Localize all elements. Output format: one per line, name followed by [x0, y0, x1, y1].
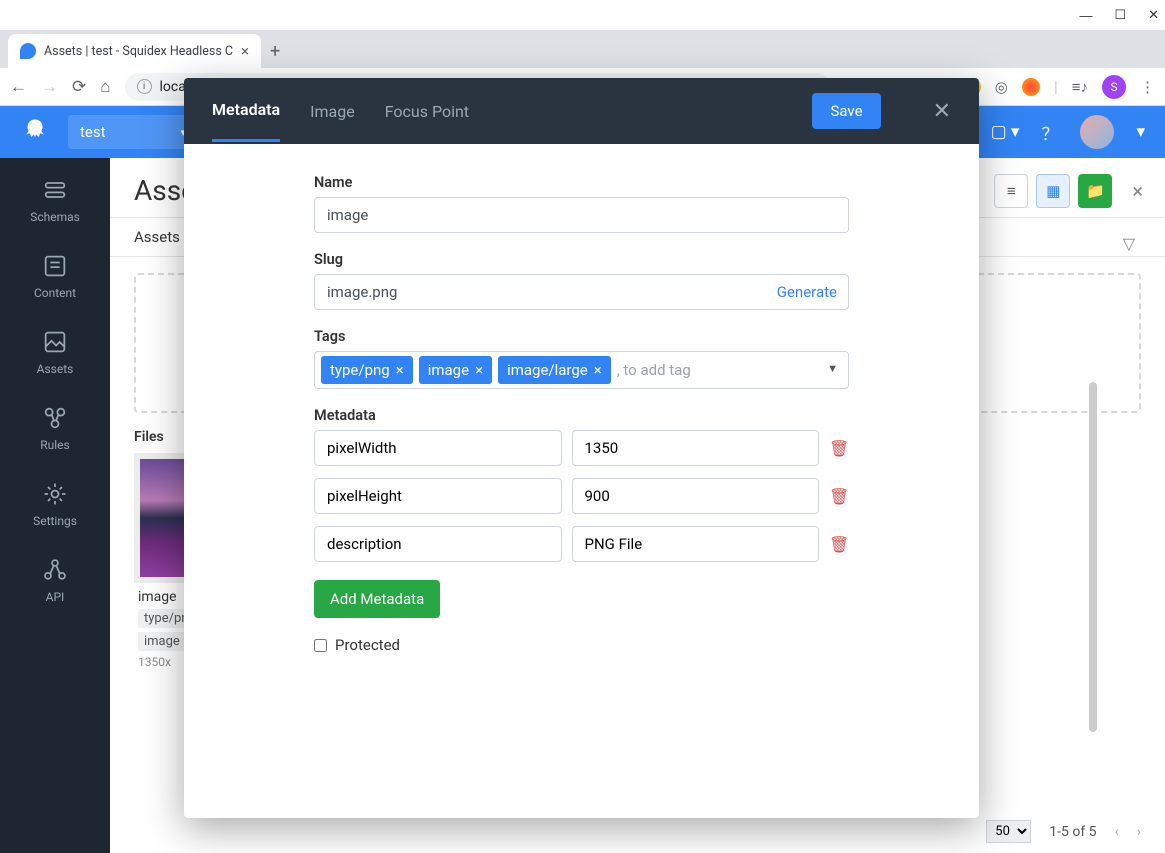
tag-chip: image× — [419, 356, 492, 384]
metadata-row: 🗑 — [314, 478, 849, 514]
user-menu-caret-icon[interactable]: ▾ — [1136, 122, 1145, 142]
api-icon — [41, 556, 69, 584]
slug-input[interactable] — [314, 274, 849, 310]
browser-menu-icon[interactable]: ⋮ — [1140, 78, 1155, 96]
name-input[interactable] — [314, 197, 849, 233]
extension-circle-icon[interactable]: ◎ — [995, 78, 1008, 96]
protected-checkbox[interactable] — [314, 639, 327, 652]
gear-icon — [41, 480, 69, 508]
tag-remove-icon[interactable]: × — [396, 361, 404, 379]
metadata-label: Metadata — [314, 407, 849, 424]
extension-firefox-icon[interactable] — [1022, 78, 1040, 96]
browser-tab[interactable]: Assets | test - Squidex Headless C × — [8, 34, 261, 68]
delete-row-icon[interactable]: 🗑 — [829, 439, 849, 458]
asset-tag: image — [138, 632, 186, 651]
metadata-value-input[interactable] — [572, 430, 820, 466]
forward-icon: → — [41, 77, 58, 97]
site-info-icon[interactable]: i — [137, 79, 152, 94]
content-icon — [41, 252, 69, 280]
squidex-favicon-icon — [20, 43, 36, 59]
browser-tab-title: Assets | test - Squidex Headless C — [44, 44, 233, 59]
tag-chip: type/png× — [321, 356, 413, 384]
protected-checkbox-row[interactable]: Protected — [314, 636, 849, 654]
protected-label: Protected — [335, 636, 400, 654]
close-panel-icon[interactable]: × — [1132, 179, 1143, 203]
window-controls: — ☐ ✕ — [0, 0, 1165, 30]
metadata-row: 🗑 — [314, 430, 849, 466]
new-folder-button[interactable]: 📁 — [1078, 174, 1112, 208]
nav-item-content[interactable]: Content — [34, 252, 76, 300]
slug-label: Slug — [314, 251, 849, 268]
add-tag-placeholder: , to add tag — [617, 361, 691, 379]
pager-prev-icon[interactable]: ‹ — [1115, 824, 1119, 840]
page-size-select[interactable]: 50 — [986, 820, 1031, 843]
add-metadata-button[interactable]: Add Metadata — [314, 580, 440, 618]
tab-focus-point[interactable]: Focus Point — [385, 82, 469, 141]
window-maximize-icon[interactable]: ☐ — [1114, 7, 1126, 23]
pager-next-icon[interactable]: › — [1137, 824, 1141, 840]
reading-list-icon[interactable]: ≡♪ — [1072, 78, 1088, 96]
pager-range: 1-5 of 5 — [1049, 824, 1096, 840]
name-label: Name — [314, 174, 849, 191]
nav-item-rules[interactable]: Rules — [40, 404, 69, 452]
metadata-key-input[interactable] — [314, 526, 562, 562]
nav-item-assets[interactable]: Assets — [37, 328, 74, 376]
delete-row-icon[interactable]: 🗑 — [829, 535, 849, 554]
app-name: test — [80, 123, 106, 141]
window-minimize-icon[interactable]: — — [1079, 8, 1092, 23]
apps-icon[interactable]: ▢ ▾ — [991, 122, 1020, 142]
browser-tab-strip: Assets | test - Squidex Headless C × + — [0, 30, 1165, 68]
tag-chip: image/large× — [498, 356, 611, 384]
assets-icon — [41, 328, 69, 356]
tags-dropdown-icon[interactable]: ▼ — [827, 362, 838, 375]
help-icon[interactable]: ？ — [1041, 120, 1058, 145]
metadata-key-input[interactable] — [314, 430, 562, 466]
nav-item-settings[interactable]: Settings — [33, 480, 77, 528]
app-selector-dropdown[interactable]: test — [68, 115, 198, 149]
view-list-button[interactable]: ≡ — [994, 174, 1028, 208]
view-grid-button[interactable]: ▦ — [1036, 174, 1070, 208]
left-nav: Schemas Content Assets Rules Settings AP… — [0, 158, 110, 853]
tab-metadata[interactable]: Metadata — [212, 80, 280, 142]
tag-remove-icon[interactable]: × — [594, 361, 602, 379]
tag-remove-icon[interactable]: × — [475, 361, 483, 379]
reload-icon[interactable]: ⟳ — [72, 77, 86, 97]
metadata-row: 🗑 — [314, 526, 849, 562]
rules-icon — [41, 404, 69, 432]
delete-row-icon[interactable]: 🗑 — [829, 487, 849, 506]
tags-label: Tags — [314, 328, 849, 345]
metadata-value-input[interactable] — [572, 478, 820, 514]
user-avatar[interactable] — [1080, 115, 1114, 149]
tab-image[interactable]: Image — [310, 82, 355, 141]
tab-close-icon[interactable]: × — [241, 42, 249, 60]
window-close-icon[interactable]: ✕ — [1148, 7, 1159, 23]
squidex-logo-icon[interactable] — [20, 117, 50, 147]
metadata-value-input[interactable] — [572, 526, 820, 562]
schemas-icon — [41, 176, 69, 204]
metadata-key-input[interactable] — [314, 478, 562, 514]
scrollbar[interactable] — [1089, 382, 1097, 732]
tags-input[interactable]: type/png× image× image/large× , to add t… — [314, 351, 849, 389]
back-icon[interactable]: ← — [10, 77, 27, 97]
save-button[interactable]: Save — [812, 93, 880, 129]
new-tab-button[interactable]: + — [261, 41, 289, 68]
nav-item-api[interactable]: API — [41, 556, 69, 604]
pager: 50 1-5 of 5 ‹ › — [986, 820, 1141, 843]
generate-slug-button[interactable]: Generate — [777, 283, 837, 301]
modal-close-icon[interactable]: ✕ — [933, 99, 951, 124]
asset-editor-modal: Metadata Image Focus Point Save ✕ Name S… — [184, 78, 979, 818]
home-icon[interactable]: ⌂ — [100, 77, 110, 97]
nav-item-schemas[interactable]: Schemas — [30, 176, 80, 224]
profile-avatar[interactable]: S — [1102, 75, 1126, 99]
modal-header: Metadata Image Focus Point Save ✕ — [184, 78, 979, 144]
filter-icon[interactable]: ▽ — [1123, 234, 1135, 253]
